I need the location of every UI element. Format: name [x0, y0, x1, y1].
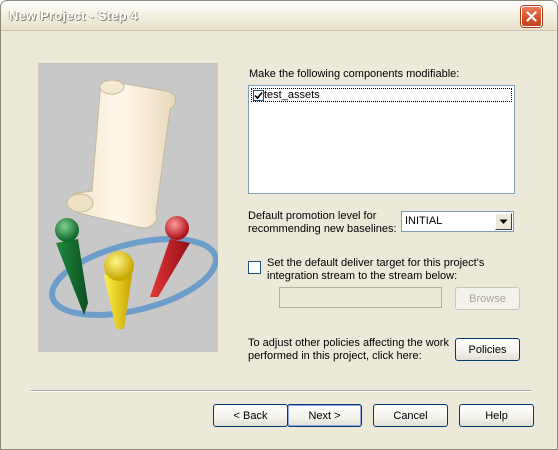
component-name: test_assets [264, 89, 320, 101]
window-title: New Project - Step 4 [9, 8, 138, 23]
back-button[interactable]: < Back [213, 404, 288, 427]
browse-button[interactable]: Browse [455, 287, 520, 310]
promotion-label-line1: Default promotion level for [248, 210, 377, 222]
policies-label-line1: To adjust other policies affecting the w… [248, 337, 449, 349]
dropdown-button[interactable] [495, 213, 512, 230]
dialog-window: New Project - Step 4 Make the following … [0, 0, 558, 450]
policies-button[interactable]: Policies [455, 338, 520, 361]
help-button[interactable]: Help [459, 404, 534, 427]
deliver-label-line1: Set the default deliver target for this … [267, 257, 485, 269]
separator [31, 390, 531, 392]
components-label: Make the following components modifiable… [249, 68, 460, 80]
policies-label-line2: performed in this project, click here: [248, 350, 422, 362]
title-bar[interactable]: New Project - Step 4 [1, 1, 557, 31]
deliver-label-line2: integration stream to the stream below: [267, 270, 458, 282]
component-checkbox[interactable] [253, 89, 264, 101]
promotion-level-value: INITIAL [405, 215, 443, 227]
cancel-button[interactable]: Cancel [373, 404, 448, 427]
wizard-illustration [38, 63, 219, 352]
close-icon [526, 11, 537, 22]
close-button[interactable] [521, 6, 542, 27]
checkmark-icon [254, 91, 263, 99]
next-button[interactable]: Next > [287, 404, 362, 427]
promotion-level-select[interactable]: INITIAL [401, 211, 514, 232]
deliver-stream-field[interactable] [279, 287, 442, 308]
deliver-target-checkbox[interactable] [248, 261, 261, 274]
components-listbox[interactable]: test_assets [248, 85, 515, 194]
list-item[interactable]: test_assets [251, 88, 512, 102]
chevron-down-icon [499, 219, 508, 224]
promotion-label-line2: recommending new baselines: [248, 223, 397, 235]
